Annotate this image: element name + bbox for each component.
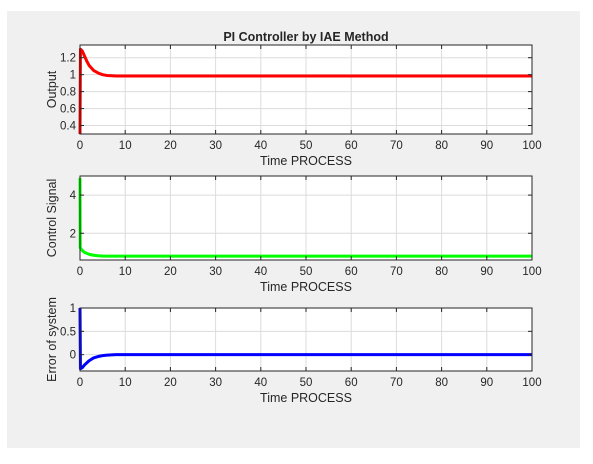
subplot-1: 0 10 20 30 40 50 60 70 80 90 100 0.4 0.6 0.8 1 1.2 Time … <box>45 30 542 168</box>
x-tick-label: 90 <box>480 377 493 389</box>
x-tick-label: 80 <box>435 266 448 278</box>
x-tick-label: 100 <box>522 266 541 278</box>
x-tick-label: 80 <box>435 377 448 389</box>
x-tick-label: 40 <box>254 266 267 278</box>
x-tick-label: 50 <box>300 377 313 389</box>
figure-window: 0 10 20 30 40 50 60 70 80 90 100 0.4 0.6 0.8 1 1.2 Time … <box>0 0 593 464</box>
x-tick-label: 70 <box>390 266 403 278</box>
x-axis-label: Time PROCESS <box>260 391 352 405</box>
x-tick-label: 0 <box>77 377 83 389</box>
y-tick-label: 0.6 <box>60 104 76 116</box>
figure-canvas: 0 10 20 30 40 50 60 70 80 90 100 0.4 0.6 0.8 1 1.2 Time … <box>7 11 580 448</box>
x-tick-label: 20 <box>164 377 177 389</box>
x-tick-label: 100 <box>522 140 541 152</box>
x-tick-label: 60 <box>345 266 358 278</box>
x-tick-label: 80 <box>435 140 448 152</box>
x-axis-label: Time PROCESS <box>260 280 352 294</box>
x-tick-label: 50 <box>300 140 313 152</box>
y-tick-label: 1.2 <box>60 53 76 65</box>
y-axis-label: Control Signal <box>45 179 59 258</box>
y-tick-label: 1 <box>70 70 76 82</box>
x-tick-label: 20 <box>164 266 177 278</box>
x-tick-label: 50 <box>300 266 313 278</box>
x-tick-label: 30 <box>209 266 222 278</box>
x-tick-label: 40 <box>254 140 267 152</box>
chart-title: PI Controller by IAE Method <box>223 30 388 44</box>
y-tick-label: 0.8 <box>60 87 76 99</box>
x-tick-label: 40 <box>254 377 267 389</box>
x-tick-label: 10 <box>119 140 132 152</box>
x-tick-label: 70 <box>390 377 403 389</box>
y-tick-label: 0.4 <box>60 121 77 133</box>
y-axis-label: Output <box>45 70 59 108</box>
y-axis-label: Error of system <box>45 297 59 382</box>
x-axis-label: Time PROCESS <box>260 154 352 168</box>
x-tick-label: 30 <box>209 377 222 389</box>
x-tick-label: 60 <box>345 377 358 389</box>
x-tick-label: 30 <box>209 140 222 152</box>
x-tick-label: 70 <box>390 140 403 152</box>
x-tick-label: 20 <box>164 140 177 152</box>
y-tick-label: 0 <box>70 350 76 362</box>
x-tick-label: 10 <box>119 266 132 278</box>
x-tick-label: 100 <box>522 377 541 389</box>
x-tick-label: 60 <box>345 140 358 152</box>
subplot-2: 0 10 20 30 40 50 60 70 80 90 100 2 4 Time PROCESS Cont… <box>45 175 542 294</box>
y-tick-label: 1 <box>70 303 76 315</box>
x-tick-label: 10 <box>119 377 132 389</box>
x-tick-label: 0 <box>77 266 83 278</box>
subplot-3: 0 10 20 30 40 50 60 70 80 90 100 0 0.5 1 Time PROCESS E… <box>45 297 542 405</box>
x-tick-label: 90 <box>480 140 493 152</box>
y-tick-label: 4 <box>70 190 77 202</box>
y-tick-label: 0.5 <box>60 326 76 338</box>
figure-svg: 0 10 20 30 40 50 60 70 80 90 1000.40.60.811.2Time … <box>45 30 542 405</box>
x-tick-label: 90 <box>480 266 493 278</box>
x-tick-label: 0 <box>77 140 83 152</box>
y-tick-label: 2 <box>70 228 76 240</box>
